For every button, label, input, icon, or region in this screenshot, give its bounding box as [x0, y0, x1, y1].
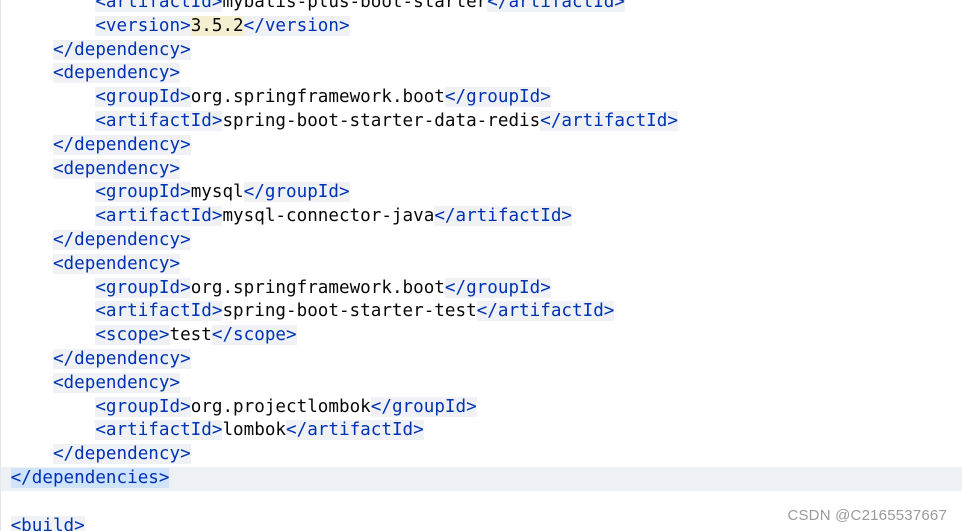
line-text: </dependency> — [0, 348, 191, 369]
line-text: <artifactId>lombok</artifactId> — [0, 420, 424, 441]
code-area[interactable]: <artifactId>mybatis-plus-boot-starter</a… — [0, 0, 962, 531]
code-line[interactable]: <dependency> — [0, 62, 962, 87]
xml-open-tag: <build> — [10, 515, 85, 531]
xml-open-tag: <artifactId> — [95, 0, 223, 12]
code-line[interactable]: <version>3.5.2</version> — [0, 14, 962, 39]
xml-close-tag: </dependency> — [52, 134, 191, 155]
xml-value: org.springframework.boot — [190, 277, 445, 298]
line-text: </dependency> — [0, 134, 191, 155]
line-text: <groupId>org.springframework.boot</group… — [0, 87, 551, 108]
xml-close-tag: </dependency> — [52, 229, 191, 250]
code-line[interactable]: </dependency> — [0, 228, 962, 253]
watermark: CSDN @C2165537667 — [787, 507, 947, 524]
xml-open-tag: <version> — [95, 15, 191, 36]
line-text: <groupId>org.projectlombok</groupId> — [0, 396, 477, 417]
xml-value: spring-boot-starter-data-redis — [222, 110, 541, 131]
line-text: <artifactId>spring-boot-starter-test</ar… — [0, 301, 615, 322]
xml-open-tag: <artifactId> — [95, 420, 223, 441]
xml-value: mysql — [190, 182, 244, 203]
xml-value: test — [169, 325, 212, 346]
line-text: <groupId>mysql</groupId> — [0, 182, 350, 203]
xml-open-tag: <groupId> — [95, 396, 191, 417]
line-text: </dependencies> — [0, 467, 170, 488]
code-line[interactable]: <groupId>org.springframework.boot</group… — [0, 276, 962, 301]
xml-value: 3.5.2 — [190, 15, 244, 36]
xml-value: org.springframework.boot — [190, 87, 445, 108]
code-line[interactable]: <artifactId>spring-boot-starter-test</ar… — [0, 300, 962, 325]
line-text: <artifactId>spring-boot-starter-data-red… — [0, 110, 678, 131]
xml-close-tag: </dependency> — [52, 348, 191, 369]
xml-close-tag: </groupId> — [444, 277, 551, 298]
code-line[interactable]: <groupId>mysql</groupId> — [0, 181, 962, 206]
code-line[interactable]: <dependency> — [0, 252, 962, 277]
line-text: <artifactId>mybatis-plus-boot-starter</a… — [0, 0, 625, 12]
xml-close-tag: </artifactId> — [487, 0, 625, 12]
xml-value: mybatis-plus-boot-starter — [222, 0, 488, 12]
xml-open-tag: <dependency> — [52, 158, 181, 179]
line-text: </dependency> — [0, 444, 191, 465]
xml-open-tag: <dependency> — [52, 253, 181, 274]
xml-close-tag: </version> — [243, 15, 350, 36]
code-line-current[interactable]: </dependencies> — [0, 466, 962, 491]
line-text: </dependency> — [0, 229, 191, 250]
code-line[interactable]: <scope>test</scope> — [0, 324, 962, 348]
xml-value: org.projectlombok — [190, 396, 371, 417]
xml-open-tag: <dependency> — [52, 372, 181, 393]
line-text: <artifactId>mysql-connector-java</artifa… — [0, 206, 573, 227]
line-text: <scope>test</scope> — [0, 325, 297, 346]
code-editor[interactable]: <artifactId>mybatis-plus-boot-starter</a… — [0, 0, 962, 531]
code-line[interactable]: <artifactId>mysql-connector-java</artifa… — [0, 205, 962, 229]
xml-close-tag: </artifactId> — [540, 110, 678, 131]
xml-close-tag: </dependency> — [52, 39, 191, 60]
xml-close-tag: </artifactId> — [286, 420, 424, 441]
xml-close-tag: </scope> — [211, 325, 297, 346]
line-text: <dependency> — [0, 253, 181, 274]
xml-close-tag: </artifactId> — [476, 301, 615, 322]
code-line[interactable]: <dependency> — [0, 371, 962, 396]
code-line[interactable]: <groupId>org.projectlombok</groupId> — [0, 395, 962, 420]
code-line[interactable]: </dependency> — [0, 443, 962, 467]
line-text: <groupId>org.springframework.boot</group… — [0, 277, 551, 298]
xml-open-tag: <artifactId> — [95, 110, 223, 131]
xml-open-tag: <dependency> — [52, 63, 181, 84]
xml-close-tag: </groupId> — [444, 87, 551, 108]
line-text: <version>3.5.2</version> — [0, 15, 350, 36]
code-line[interactable]: </dependency> — [0, 133, 962, 158]
xml-value: lombok — [222, 420, 287, 441]
xml-open-tag: <groupId> — [95, 87, 191, 108]
line-text: <build> — [0, 515, 85, 531]
line-text: <dependency> — [0, 372, 181, 393]
line-text — [0, 492, 11, 512]
xml-open-tag: <scope> — [95, 325, 170, 346]
code-line[interactable]: <artifactId>spring-boot-starter-data-red… — [0, 109, 962, 134]
xml-open-tag: <artifactId> — [95, 206, 223, 227]
code-line[interactable]: </dependency> — [0, 347, 962, 372]
code-line[interactable]: <groupId>org.springframework.boot</group… — [0, 86, 962, 110]
xml-close-tag: </groupId> — [243, 182, 350, 203]
xml-open-tag: <artifactId> — [95, 301, 223, 322]
code-line[interactable]: <artifactId>lombok</artifactId> — [0, 419, 962, 444]
xml-open-tag: <groupId> — [95, 182, 191, 203]
xml-value: mysql-connector-java — [222, 206, 435, 227]
xml-close-tag: </dependency> — [52, 444, 191, 465]
line-text: <dependency> — [0, 158, 181, 179]
xml-close-tag: </dependencies> — [10, 467, 170, 488]
xml-close-tag: </artifactId> — [434, 206, 573, 227]
xml-close-tag: </groupId> — [370, 396, 477, 417]
xml-value: spring-boot-starter-test — [222, 301, 477, 322]
code-line[interactable]: <artifactId>mybatis-plus-boot-starter</a… — [0, 0, 962, 15]
line-text: </dependency> — [0, 39, 191, 60]
code-line[interactable]: </dependency> — [0, 38, 962, 63]
line-text: <dependency> — [0, 63, 181, 84]
code-line[interactable]: <dependency> — [0, 157, 962, 182]
xml-open-tag: <groupId> — [95, 277, 191, 298]
